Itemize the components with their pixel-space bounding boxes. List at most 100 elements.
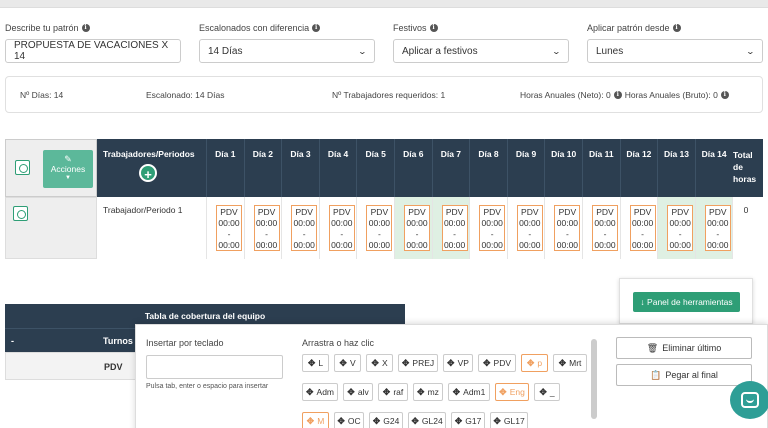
actions-button[interactable]: ✎ Acciones ▼ (43, 150, 93, 188)
shift-start: 00:00 (293, 218, 315, 228)
keyboard-hint: Pulsa tab, enter o espacio para insertar (146, 383, 269, 390)
info-icon[interactable]: i (613, 91, 622, 99)
shift-sep: - (340, 229, 344, 239)
select-all-checkbox[interactable] (15, 160, 30, 175)
shift-chip[interactable]: ✥ p (521, 354, 548, 372)
day-cell[interactable]: PDV 00:00-00:00 (245, 197, 283, 259)
day-cell[interactable]: PDV 00:00-00:00 (508, 197, 546, 259)
holidays-field: Festivos i Aplicar a festivos ⌄ (393, 22, 569, 63)
shift-chip[interactable]: ✥ OC (334, 412, 364, 428)
chevron-down-icon: ⌄ (357, 46, 368, 56)
day-cell[interactable]: PDV 00:00-00:00 (282, 197, 320, 259)
pattern-input[interactable]: PROPUESTA DE VACACIONES X 14 (5, 39, 181, 63)
shift-chip[interactable]: ✥ GL24 (408, 412, 446, 428)
shift-chip-label: G17 (465, 416, 482, 426)
shift-block[interactable]: PDV 00:00-00:00 (554, 205, 581, 251)
day-cell[interactable]: PDV 00:00-00:00 (395, 197, 433, 259)
shift-chip[interactable]: ✥ L (302, 354, 329, 372)
keyboard-insert-input[interactable] (146, 355, 283, 379)
shift-chip[interactable]: ✥ Adm1 (448, 383, 490, 401)
shift-chip[interactable]: ✥ PDV (478, 354, 516, 372)
shift-chip-label: PREJ (412, 358, 435, 368)
shift-block[interactable]: PDV 00:00-00:00 (404, 205, 430, 251)
shift-chip[interactable]: ✥ VP (443, 354, 473, 372)
info-icon[interactable]: i (672, 24, 681, 32)
paste-end-button[interactable]: 📋 Pegar al final (616, 364, 752, 386)
day-cell[interactable]: PDV 00:00-00:00 (207, 197, 245, 259)
day-cell[interactable]: PDV 00:00-00:00 (470, 197, 508, 259)
shift-chip[interactable]: ✥ Eng (495, 383, 529, 401)
move-icon: ✥ (307, 357, 316, 368)
info-icon[interactable]: i (429, 24, 438, 32)
shift-chip-label: GL17 (503, 416, 525, 426)
day-cell[interactable]: PDV 00:00-00:00 (545, 197, 583, 259)
staggered-select[interactable]: 14 Días ⌄ (199, 39, 375, 63)
shift-block[interactable]: PDV 00:00-00:00 (253, 205, 280, 251)
day-cell[interactable]: PDV 00:00-00:00 (357, 197, 395, 259)
day-cell[interactable]: PDV 00:00-00:00 (320, 197, 358, 259)
move-icon: ✥ (382, 386, 391, 397)
shift-chip[interactable]: ✥ Mrt (553, 354, 587, 372)
shift-chip[interactable]: ✥ raf (378, 383, 408, 401)
shift-block[interactable]: PDV 00:00-00:00 (516, 205, 543, 251)
shift-end: 00:00 (293, 240, 315, 250)
shift-block[interactable]: PDV 00:00-00:00 (704, 205, 731, 251)
day-cell[interactable]: PDV 00:00-00:00 (621, 197, 659, 259)
tools-panel-button[interactable]: ↓ Panel de herramientas (633, 292, 740, 312)
shift-block[interactable]: PDV 00:00-00:00 (667, 205, 694, 251)
delete-last-button[interactable]: 🗑 Eliminar último (616, 337, 752, 359)
shift-block[interactable]: PDV 00:00-00:00 (479, 205, 506, 251)
add-worker-button[interactable]: + (139, 164, 157, 182)
shift-chip[interactable]: ✥ mz (413, 383, 443, 401)
shift-block[interactable]: PDV 00:00-00:00 (592, 205, 618, 251)
shift-sep: - (565, 229, 569, 239)
chat-button[interactable] (730, 381, 768, 419)
shift-start: 00:00 (556, 218, 579, 228)
shift-chip[interactable]: ✥ GL17 (490, 412, 528, 428)
shift-chip[interactable]: ✥ M (302, 412, 329, 428)
shift-start: 00:00 (406, 218, 428, 228)
shift-chip[interactable]: ✥ Adm (302, 383, 338, 401)
shift-chip-label: _ (549, 387, 555, 397)
shift-chip[interactable]: ✥ _ (534, 383, 560, 401)
holidays-select[interactable]: Aplicar a festivos ⌄ (393, 39, 569, 63)
info-icon[interactable]: i (312, 24, 321, 32)
apply-from-select[interactable]: Lunes ⌄ (587, 39, 763, 63)
move-icon: ✥ (372, 415, 381, 426)
shift-chip[interactable]: ✥ X (366, 354, 393, 372)
day-cell[interactable]: PDV 00:00-00:00 (432, 197, 471, 259)
pattern-grid: ✎ Acciones ▼ Trabajadores/Periodos + Día… (5, 139, 763, 259)
shift-chip[interactable]: ✥ alv (343, 383, 373, 401)
shift-block[interactable]: PDV 00:00-00:00 (441, 205, 468, 251)
shift-start: 00:00 (443, 218, 466, 228)
info-icon[interactable]: i (720, 91, 729, 99)
shift-end: 00:00 (368, 240, 391, 250)
pattern-label: Describe tu patrón (5, 23, 79, 33)
chevron-down-icon: ⌄ (745, 46, 756, 56)
shift-block[interactable]: PDV 00:00-00:00 (291, 205, 318, 251)
row-checkbox[interactable] (13, 206, 28, 221)
move-icon: ✥ (539, 386, 547, 397)
shift-start: 00:00 (669, 218, 691, 228)
shift-code: PDV (558, 207, 577, 217)
chips-scrollbar[interactable] (591, 339, 597, 419)
coverage-dash: - (5, 328, 97, 352)
day-cell[interactable]: PDV 00:00-00:00 (583, 197, 621, 259)
shift-code: PDV (220, 207, 238, 217)
shift-chip[interactable]: ✥ G24 (369, 412, 403, 428)
day-cell[interactable]: PDV 00:00-00:00 (695, 197, 734, 259)
shift-end: 00:00 (556, 240, 579, 250)
shift-sep: - (415, 229, 419, 239)
shift-block[interactable]: PDV 00:00-00:00 (366, 205, 393, 251)
move-icon: ✥ (305, 386, 314, 397)
shift-chip[interactable]: ✥ V (334, 354, 361, 372)
day-cell[interactable]: PDV 00:00-00:00 (658, 197, 696, 259)
day-header: Día 5 (357, 139, 395, 197)
shift-block[interactable]: PDV 00:00-00:00 (328, 205, 355, 251)
shift-chip[interactable]: ✥ PREJ (398, 354, 438, 372)
shift-chip[interactable]: ✥ G17 (451, 412, 485, 428)
info-icon[interactable]: i (81, 24, 90, 32)
shift-block[interactable]: PDV 00:00-00:00 (629, 205, 656, 251)
shift-block[interactable]: PDV 00:00-00:00 (216, 205, 242, 251)
shift-code: PDV (295, 207, 313, 217)
